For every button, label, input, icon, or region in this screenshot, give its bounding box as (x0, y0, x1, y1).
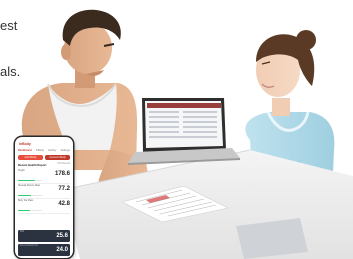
metric-label: Height (18, 170, 25, 172)
add-inbody-button[interactable]: Add InBody (18, 155, 43, 160)
report-date: 1/18 Results (57, 163, 70, 165)
metric-row: Skeletal Muscle Mass 77.2 (18, 184, 70, 199)
dark-metric-row: BMI 25.6 (18, 230, 70, 242)
phone-app-screen: InBody Dashboard InBody History Settings… (15, 137, 73, 258)
metric-label: Body Fat Mass (18, 200, 34, 202)
metric-value: 25.6 (56, 233, 68, 239)
tab-inbody[interactable]: InBody (36, 149, 44, 152)
app-action-buttons: Add InBody Connect InBody (18, 155, 70, 160)
dark-metric-row: Percent Body Fat 24.0 (18, 244, 70, 256)
metric-bar (18, 194, 42, 196)
metric-row: Body Fat Mass 42.8 (18, 199, 70, 214)
caption-line-2: als. (0, 64, 21, 79)
metric-value: 178.6 (54, 171, 70, 177)
tab-dashboard[interactable]: Dashboard (18, 149, 32, 152)
metric-bar (18, 179, 42, 181)
metric-value: 24.0 (56, 247, 68, 253)
tab-settings[interactable]: Settings (61, 149, 70, 152)
metric-label: BMI (20, 231, 25, 233)
metric-label: Skeletal Muscle Mass (18, 185, 41, 187)
metric-label: Percent Body Fat (20, 245, 38, 247)
connect-inbody-button[interactable]: Connect InBody (45, 155, 70, 160)
metric-value: 77.2 (58, 186, 70, 192)
app-tabs: Dashboard InBody History Settings (18, 149, 70, 152)
metric-row: Height 178.6 (18, 169, 70, 184)
report-title: Recent Health Report (18, 163, 47, 167)
caption-line-1: est (0, 18, 18, 33)
metric-value: 42.8 (58, 201, 70, 207)
metric-bar (18, 209, 42, 211)
tab-history[interactable]: History (48, 149, 56, 152)
laptop (128, 98, 240, 165)
app-brand: InBody (19, 142, 31, 146)
